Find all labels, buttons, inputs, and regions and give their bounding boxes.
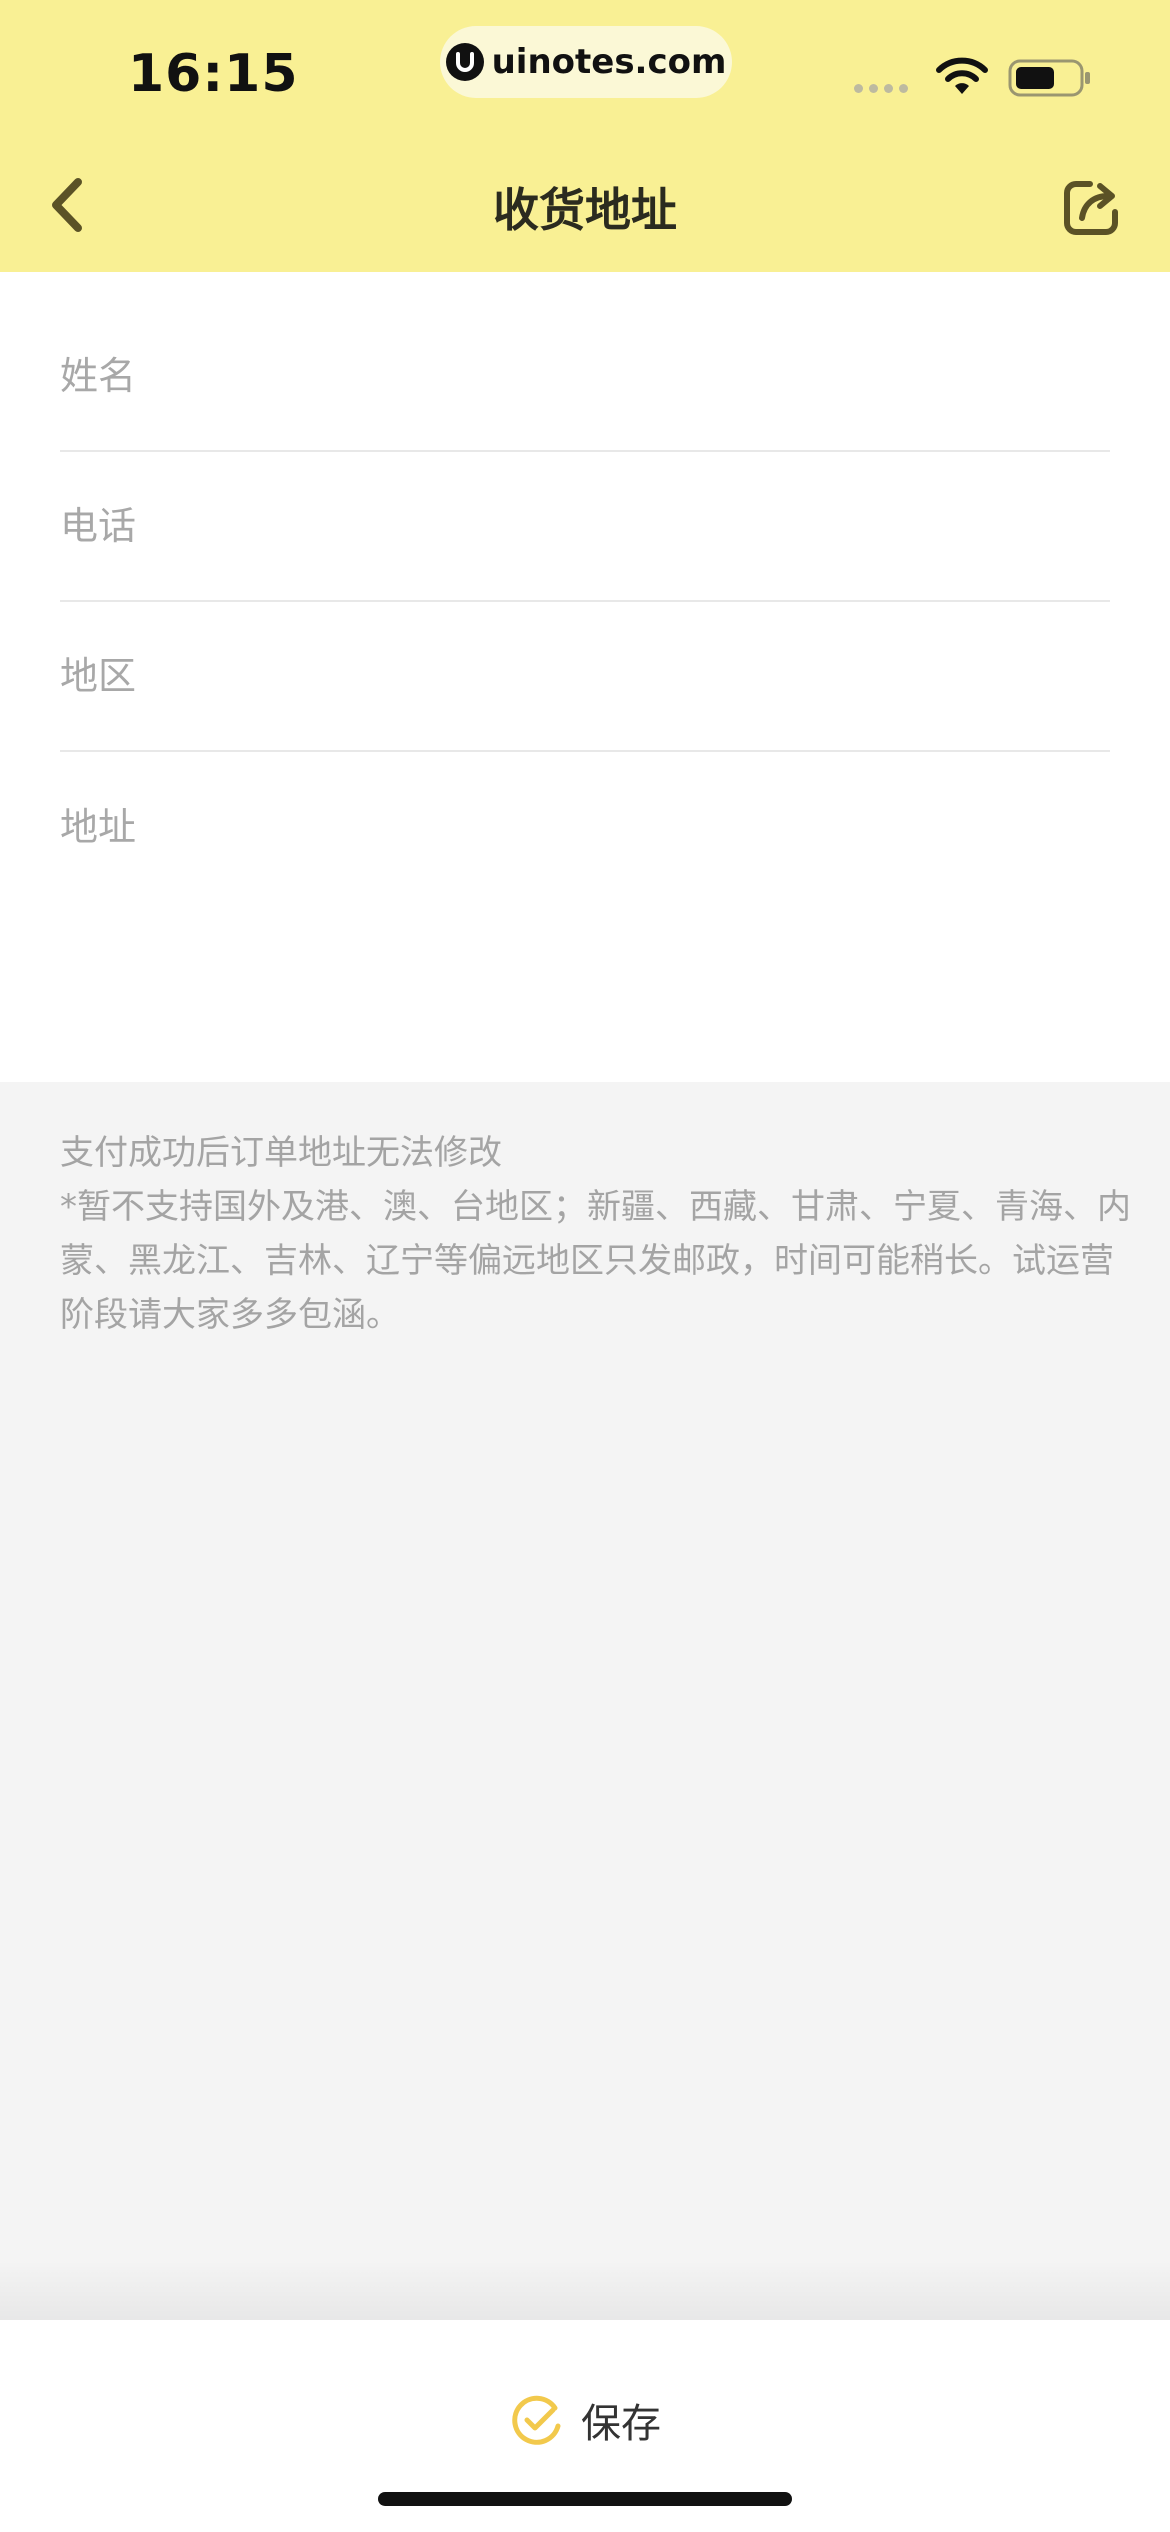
site-logo-icon <box>445 43 484 81</box>
url-text: uinotes.com <box>491 42 727 82</box>
region-field-row <box>60 602 1110 752</box>
phone-field-row <box>60 452 1110 602</box>
share-button[interactable] <box>1060 176 1124 240</box>
address-form <box>0 272 1170 1082</box>
bottom-shadow <box>0 2260 1170 2320</box>
address-field-row <box>60 752 1110 902</box>
notice-line-1: 支付成功后订单地址无法修改 <box>60 1133 502 1173</box>
status-bar: 16:15 uinotes.com <box>0 0 1170 140</box>
address-input[interactable] <box>60 752 1110 902</box>
page: 16:15 uinotes.com 收货地址 姓名 电话 地区 地址 支付成功后… <box>0 0 1170 2532</box>
status-time: 16:15 <box>128 44 299 104</box>
name-input[interactable] <box>60 302 1110 450</box>
bottom-bar: 保存 <box>0 2320 1170 2532</box>
notice-line-2: *暂不支持国外及港、澳、台地区；新疆、西藏、甘肃、宁夏、青海、内蒙、黑龙江、吉林… <box>60 1187 1131 1335</box>
notice-text: 支付成功后订单地址无法修改 *暂不支持国外及港、澳、台地区；新疆、西藏、甘肃、宁… <box>60 1126 1140 1342</box>
share-icon <box>1064 181 1118 235</box>
url-pill[interactable]: uinotes.com <box>440 26 732 98</box>
region-input[interactable] <box>60 602 1110 750</box>
save-label: 保存 <box>581 2401 661 2447</box>
save-button[interactable]: 保存 <box>460 2380 710 2460</box>
name-field-row <box>60 302 1110 452</box>
phone-input[interactable] <box>60 452 1110 600</box>
home-indicator[interactable] <box>378 2492 792 2506</box>
wifi-icon <box>935 56 989 100</box>
nav-bar: 收货地址 <box>0 150 1170 260</box>
header: 16:15 uinotes.com 收货地址 <box>0 0 1170 272</box>
signal-dots-icon <box>854 84 908 93</box>
battery-icon <box>1008 58 1092 102</box>
check-circle-icon <box>512 2395 561 2445</box>
page-title: 收货地址 <box>493 183 677 237</box>
